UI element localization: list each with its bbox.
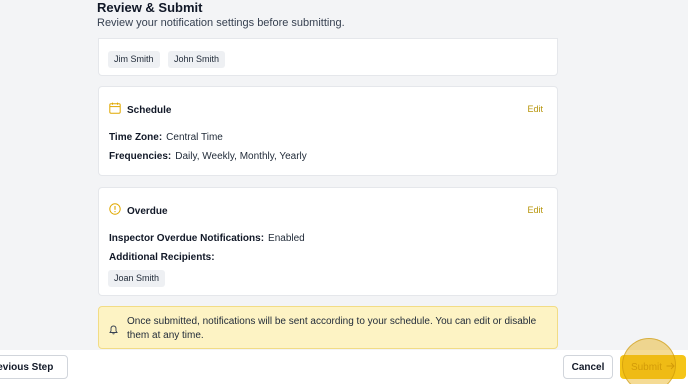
- recipients-card: Jim Smith John Smith: [98, 38, 558, 76]
- page-header: Review & Submit Review your notification…: [97, 0, 345, 30]
- bell-icon: [109, 322, 118, 340]
- overdue-title-row: Overdue: [109, 202, 168, 220]
- schedule-title: Schedule: [127, 104, 172, 116]
- timezone-row: Time Zone: Central Time: [109, 132, 223, 143]
- submit-button[interactable]: Submit: [620, 355, 686, 379]
- frequencies-value: Daily, Weekly, Monthly, Yearly: [175, 151, 307, 162]
- inspector-value: Enabled: [268, 233, 305, 244]
- page-subtitle: Review your notification settings before…: [97, 17, 345, 29]
- additional-recipients-row: Additional Recipients:: [109, 252, 219, 263]
- timezone-value: Central Time: [166, 132, 223, 143]
- calendar-icon: [109, 101, 121, 119]
- timezone-label: Time Zone:: [109, 132, 163, 143]
- schedule-title-row: Schedule: [109, 101, 171, 119]
- cancel-button[interactable]: Cancel: [563, 355, 613, 379]
- overdue-title: Overdue: [127, 205, 168, 217]
- notice-text: Once submitted, notifications will be se…: [127, 316, 537, 341]
- recipient-chip: Jim Smith: [108, 51, 160, 68]
- schedule-card: Schedule Edit Time Zone: Central Time Fre…: [98, 86, 558, 176]
- frequencies-label: Frequencies:: [109, 151, 172, 162]
- recipient-chip: Joan Smith: [108, 270, 166, 287]
- recipients-chip-list: Jim Smith John Smith: [108, 49, 229, 68]
- recipient-chip: John Smith: [167, 51, 225, 68]
- page-title: Review & Submit: [97, 0, 203, 15]
- additional-recipients-chip-list: Joan Smith: [108, 268, 169, 287]
- additional-recipients-label: Additional Recipients:: [109, 252, 215, 263]
- overdue-edit-link[interactable]: Edit: [527, 205, 543, 215]
- inspector-row: Inspector Overdue Notifications: Enabled: [109, 233, 305, 244]
- alert-circle-icon: [109, 202, 121, 220]
- overdue-card: Overdue Edit Inspector Overdue Notificat…: [98, 187, 558, 296]
- inspector-label: Inspector Overdue Notifications:: [109, 233, 265, 244]
- wizard-footer: Previous Step Cancel Submit: [0, 350, 688, 384]
- previous-step-button[interactable]: Previous Step: [0, 355, 68, 379]
- arrow-right-icon: [666, 362, 675, 373]
- submit-label: Submit: [630, 361, 663, 373]
- frequencies-row: Frequencies: Daily, Weekly, Monthly, Year…: [109, 151, 307, 162]
- schedule-edit-link[interactable]: Edit: [527, 104, 543, 114]
- submit-notice: Once submitted, notifications will be se…: [98, 306, 558, 349]
